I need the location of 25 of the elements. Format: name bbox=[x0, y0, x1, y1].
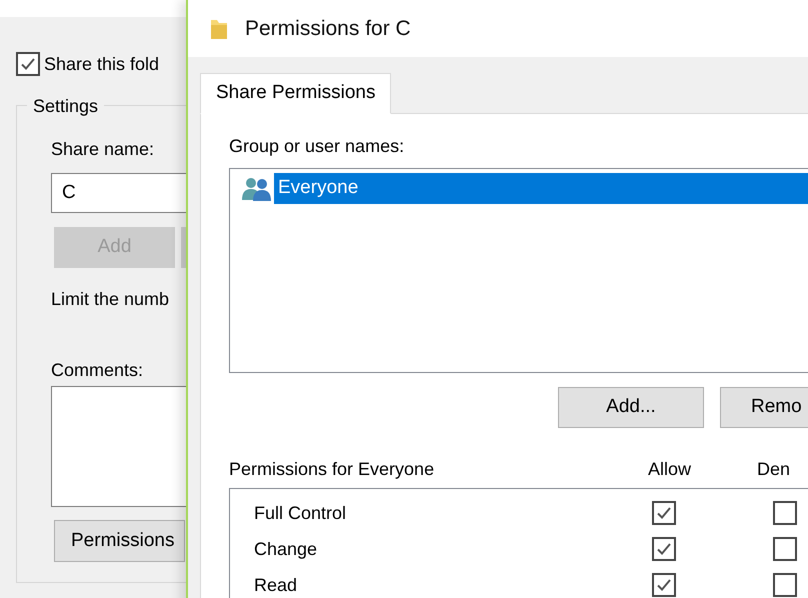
column-header: Den bbox=[757, 458, 790, 480]
column-header: Allow bbox=[648, 458, 692, 480]
comments-label: Comments: bbox=[51, 359, 144, 382]
deny-checkbox[interactable] bbox=[773, 537, 797, 561]
share-checkbox-label: Share this fold bbox=[44, 52, 160, 76]
remove-button[interactable]: Remo bbox=[720, 387, 808, 428]
limit-users-text: Limit the numb bbox=[51, 288, 170, 311]
add-button[interactable]: Add... bbox=[558, 387, 704, 428]
permissions-button[interactable]: Permissions bbox=[54, 520, 185, 562]
tab[interactable]: Share Permissions bbox=[200, 73, 392, 114]
share-checkbox[interactable] bbox=[16, 52, 40, 76]
allow-checkbox[interactable] bbox=[652, 537, 676, 561]
permission-name: Change bbox=[253, 538, 318, 561]
users-icon bbox=[240, 176, 274, 202]
allow-checkbox[interactable] bbox=[652, 573, 676, 597]
permission-name: Full Control bbox=[253, 502, 348, 524]
deny-checkbox[interactable] bbox=[773, 501, 797, 525]
group-label: Group or user names: bbox=[229, 135, 406, 158]
permissions-label: Permissions for Everyone bbox=[229, 458, 436, 481]
permission-name: Read bbox=[253, 574, 298, 596]
allow-checkbox[interactable] bbox=[652, 501, 676, 525]
user-list-item[interactable]: Everyone bbox=[274, 173, 808, 204]
share-name-label: Share name: bbox=[51, 138, 156, 161]
deny-checkbox[interactable] bbox=[773, 573, 797, 597]
window-title: Permissions for C bbox=[245, 16, 411, 42]
